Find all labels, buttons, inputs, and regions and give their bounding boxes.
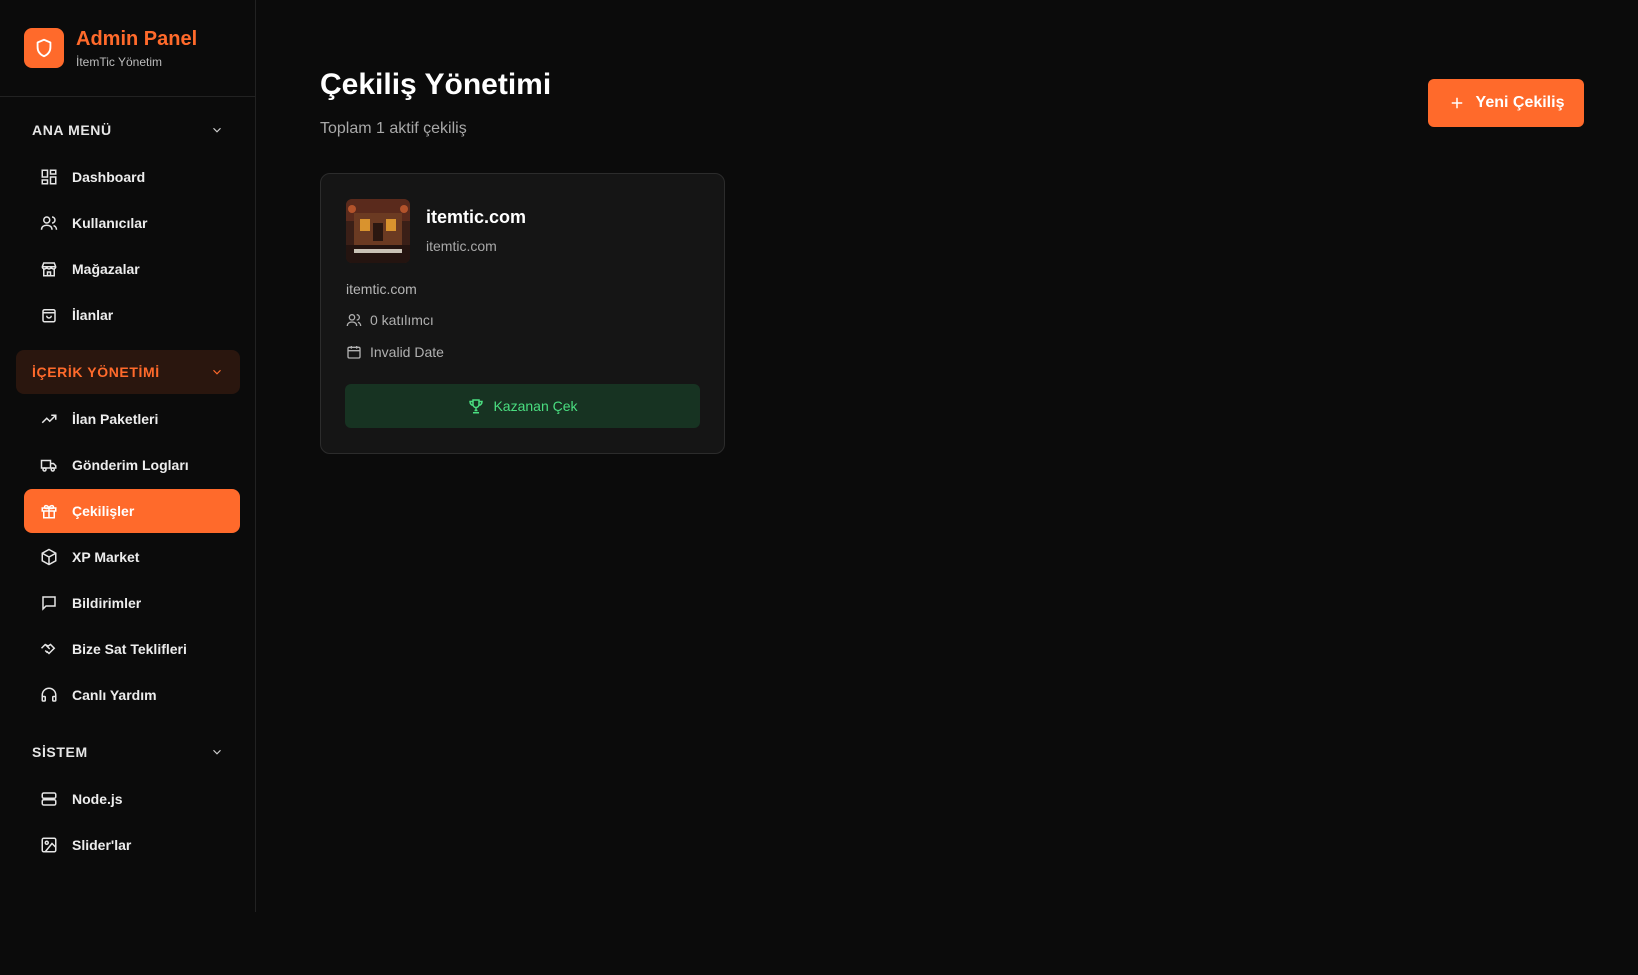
group-header-ana-menu[interactable]: ANA MENÜ <box>16 108 240 152</box>
sidebar-item-label: Çekilişler <box>72 503 135 519</box>
sidebar-item-label: İlan Paketleri <box>72 411 159 427</box>
trending-up-icon <box>40 410 58 428</box>
plus-icon <box>1448 94 1466 112</box>
sidebar-item-canli-yardim[interactable]: Canlı Yardım <box>24 673 240 717</box>
sidebar-item-xp-market[interactable]: XP Market <box>24 535 240 579</box>
sidebar-item-nodejs[interactable]: Node.js <box>24 777 240 821</box>
sidebar-item-label: Slider'lar <box>72 837 132 853</box>
sidebar-item-sliderlar[interactable]: Slider'lar <box>24 823 240 867</box>
sidebar-item-ilanlar[interactable]: İlanlar <box>24 293 240 337</box>
sidebar-item-label: Dashboard <box>72 169 146 185</box>
new-giveaway-label: Yeni Çekiliş <box>1475 94 1565 111</box>
draw-winner-button[interactable]: Kazanan Çek <box>345 384 700 428</box>
sidebar-item-dashboard[interactable]: Dashboard <box>24 155 240 199</box>
new-giveaway-button[interactable]: Yeni Çekiliş <box>1428 79 1584 127</box>
chevron-down-icon <box>210 365 224 379</box>
sidebar-item-magazalar[interactable]: Mağazalar <box>24 247 240 291</box>
sidebar-item-label: Canlı Yardım <box>72 687 157 703</box>
sidebar: Admin Panel İtemTic Yönetim ANA MENÜ Das… <box>0 0 256 912</box>
gift-icon <box>40 502 58 520</box>
store-icon <box>40 260 58 278</box>
page-title: Çekiliş Yönetimi <box>320 68 552 101</box>
headphones-icon <box>40 686 58 704</box>
group-label: SİSTEM <box>32 744 88 760</box>
participants-row: 0 katılımcı <box>346 312 434 328</box>
giveaway-title: itemtic.com <box>426 207 527 227</box>
main-content: Çekiliş Yönetimi Toplam 1 aktif çekiliş … <box>256 0 1638 975</box>
chevron-down-icon <box>210 745 224 759</box>
message-square-icon <box>40 594 58 612</box>
participants-count: 0 katılımcı <box>370 312 434 328</box>
giveaway-description: itemtic.com <box>346 281 417 297</box>
draw-winner-label: Kazanan Çek <box>493 398 578 414</box>
brand-title: Admin Panel <box>76 28 198 50</box>
shopping-bag-icon <box>40 306 58 324</box>
image-icon <box>40 836 58 854</box>
giveaway-date: Invalid Date <box>370 344 444 360</box>
dashboard-icon <box>40 168 58 186</box>
sidebar-item-kullanicilar[interactable]: Kullanıcılar <box>24 201 240 245</box>
page-subtitle: Toplam 1 aktif çekiliş <box>320 120 467 137</box>
sidebar-item-bize-sat-teklifleri[interactable]: Bize Sat Teklifleri <box>24 627 240 671</box>
handshake-icon <box>40 640 58 658</box>
sidebar-item-cekilisler[interactable]: Çekilişler <box>24 489 240 533</box>
giveaway-host: itemtic.com <box>426 238 497 254</box>
sidebar-item-label: XP Market <box>72 549 140 565</box>
sidebar-item-label: Bize Sat Teklifleri <box>72 641 187 657</box>
sidebar-item-label: Kullanıcılar <box>72 215 148 231</box>
sidebar-item-label: Bildirimler <box>72 595 142 611</box>
group-label: İÇERİK YÖNETİMİ <box>32 364 160 380</box>
sidebar-item-label: Mağazalar <box>72 261 140 277</box>
trophy-icon <box>467 397 485 415</box>
sidebar-item-gonderim-loglari[interactable]: Gönderim Logları <box>24 443 240 487</box>
package-icon <box>40 548 58 566</box>
group-header-sistem[interactable]: SİSTEM <box>16 730 240 774</box>
giveaway-card: itemtic.com itemtic.com itemtic.com 0 ka… <box>320 173 725 454</box>
users-icon <box>40 214 58 232</box>
sidebar-item-label: Node.js <box>72 791 123 807</box>
brand-subtitle: İtemTic Yönetim <box>76 55 163 69</box>
sidebar-item-label: İlanlar <box>72 307 114 323</box>
calendar-icon <box>346 344 362 360</box>
truck-icon <box>40 456 58 474</box>
sidebar-item-label: Gönderim Logları <box>72 457 189 473</box>
giveaway-thumbnail <box>346 199 410 263</box>
users-icon <box>346 312 362 328</box>
server-icon <box>40 790 58 808</box>
group-label: ANA MENÜ <box>32 122 112 138</box>
sidebar-item-bildirimler[interactable]: Bildirimler <box>24 581 240 625</box>
date-row: Invalid Date <box>346 344 444 360</box>
shield-icon <box>24 28 64 68</box>
sidebar-item-ilan-paketleri[interactable]: İlan Paketleri <box>24 397 240 441</box>
chevron-down-icon <box>210 123 224 137</box>
group-header-icerik-yonetimi[interactable]: İÇERİK YÖNETİMİ <box>16 350 240 394</box>
brand[interactable]: Admin Panel İtemTic Yönetim <box>0 0 255 97</box>
